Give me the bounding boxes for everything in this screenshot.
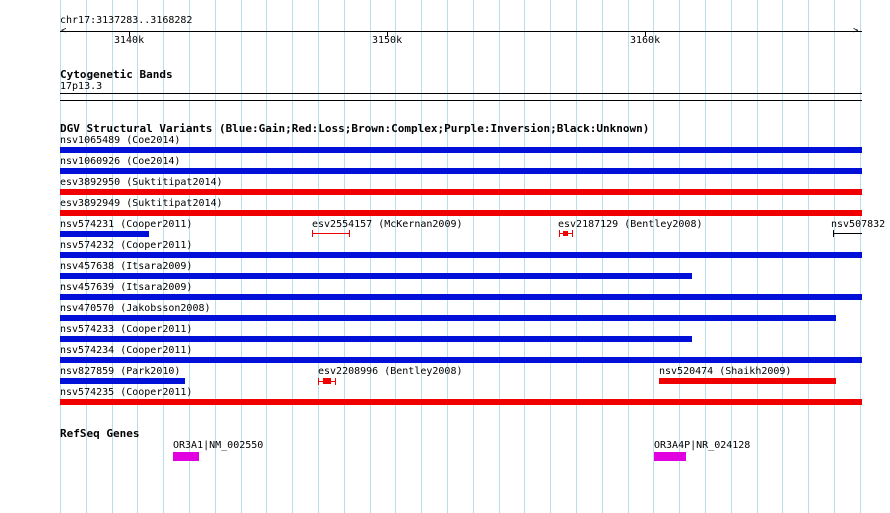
gene-feature[interactable]: [173, 452, 199, 461]
ruler-right-arrow-icon: >: [853, 26, 859, 36]
variant-bar[interactable]: [60, 189, 862, 195]
variant-block: [563, 231, 568, 236]
cytoband-label: 17p13.3: [60, 81, 103, 92]
ruler-left-arrow-icon: <: [61, 26, 67, 36]
variant-label[interactable]: nsv457638 (Itsara2009): [60, 261, 192, 273]
dgv-track-title[interactable]: DGV Structural Variants (Blue:Gain;Red:L…: [60, 122, 649, 135]
variant-block: [323, 378, 331, 384]
genome-browser-view: chr17:3137283..3168282 < > 3140k 3150k 3…: [0, 0, 890, 513]
variant-label[interactable]: esv2208996 (Bentley2008): [318, 366, 463, 378]
ruler-tick-label: 3160k: [630, 35, 661, 46]
ruler-range-label: chr17:3137283..3168282: [60, 15, 193, 26]
variant-label[interactable]: esv2187129 (Bentley2008): [558, 219, 703, 231]
variant-bar-end: [572, 230, 573, 237]
variant-bar[interactable]: [833, 233, 862, 234]
gene-feature[interactable]: [654, 452, 686, 461]
variant-label[interactable]: nsv457639 (Itsara2009): [60, 282, 192, 294]
variant-label[interactable]: esv2554157 (McKernan2009): [312, 219, 463, 231]
variant-bar[interactable]: [60, 168, 862, 174]
variant-bar[interactable]: [659, 378, 836, 384]
variant-bar[interactable]: [60, 336, 692, 342]
variant-bar-end: [349, 230, 350, 237]
variant-bar[interactable]: [60, 315, 836, 321]
variant-bar[interactable]: [60, 147, 862, 153]
variant-bar[interactable]: [60, 210, 862, 216]
variant-bar-end: [312, 230, 313, 237]
cytoband-ideogram-bottom: [60, 100, 862, 101]
gene-label[interactable]: OR3A4P|NR_024128: [654, 440, 750, 452]
ruler-axis: [60, 31, 862, 32]
variant-bar[interactable]: [60, 252, 862, 258]
variant-bar-end: [318, 378, 319, 385]
variant-bar[interactable]: [60, 357, 862, 363]
variant-bar[interactable]: [312, 233, 350, 234]
variant-bar-end: [833, 230, 834, 237]
variant-bar[interactable]: [60, 231, 149, 237]
variant-label[interactable]: nsv1060926 (Coe2014): [60, 156, 180, 168]
variant-bar-end: [559, 230, 560, 237]
variant-label[interactable]: nsv574234 (Cooper2011): [60, 345, 192, 357]
variant-label[interactable]: esv3892950 (Suktitipat2014): [60, 177, 223, 189]
variant-label[interactable]: nsv1065489 (Coe2014): [60, 135, 180, 147]
variant-label[interactable]: nsv574232 (Cooper2011): [60, 240, 192, 252]
cytoband-ideogram-top[interactable]: [60, 93, 862, 94]
variant-bar[interactable]: [60, 378, 185, 384]
variant-label[interactable]: nsv574231 (Cooper2011): [60, 219, 192, 231]
variant-bar[interactable]: [60, 399, 862, 405]
variant-bar-end: [335, 378, 336, 385]
gene-label[interactable]: OR3A1|NM_002550: [173, 440, 263, 452]
variant-label[interactable]: nsv470570 (Jakobsson2008): [60, 303, 211, 315]
ruler-tick-label: 3140k: [114, 35, 145, 46]
variant-label[interactable]: nsv520474 (Shaikh2009): [659, 366, 791, 378]
refseq-track-title[interactable]: RefSeq Genes: [60, 427, 139, 440]
variant-bar[interactable]: [60, 273, 692, 279]
variant-label[interactable]: nsv827859 (Park2010): [60, 366, 180, 378]
variant-label[interactable]: esv3892949 (Suktitipat2014): [60, 198, 223, 210]
ruler-tick-label: 3150k: [372, 35, 403, 46]
cytoband-track-title[interactable]: Cytogenetic Bands: [60, 68, 173, 81]
variant-label[interactable]: nsv574235 (Cooper2011): [60, 387, 192, 399]
variant-label[interactable]: nsv574233 (Cooper2011): [60, 324, 192, 336]
variant-bar[interactable]: [60, 294, 862, 300]
variant-label[interactable]: nsv507832: [831, 219, 885, 231]
